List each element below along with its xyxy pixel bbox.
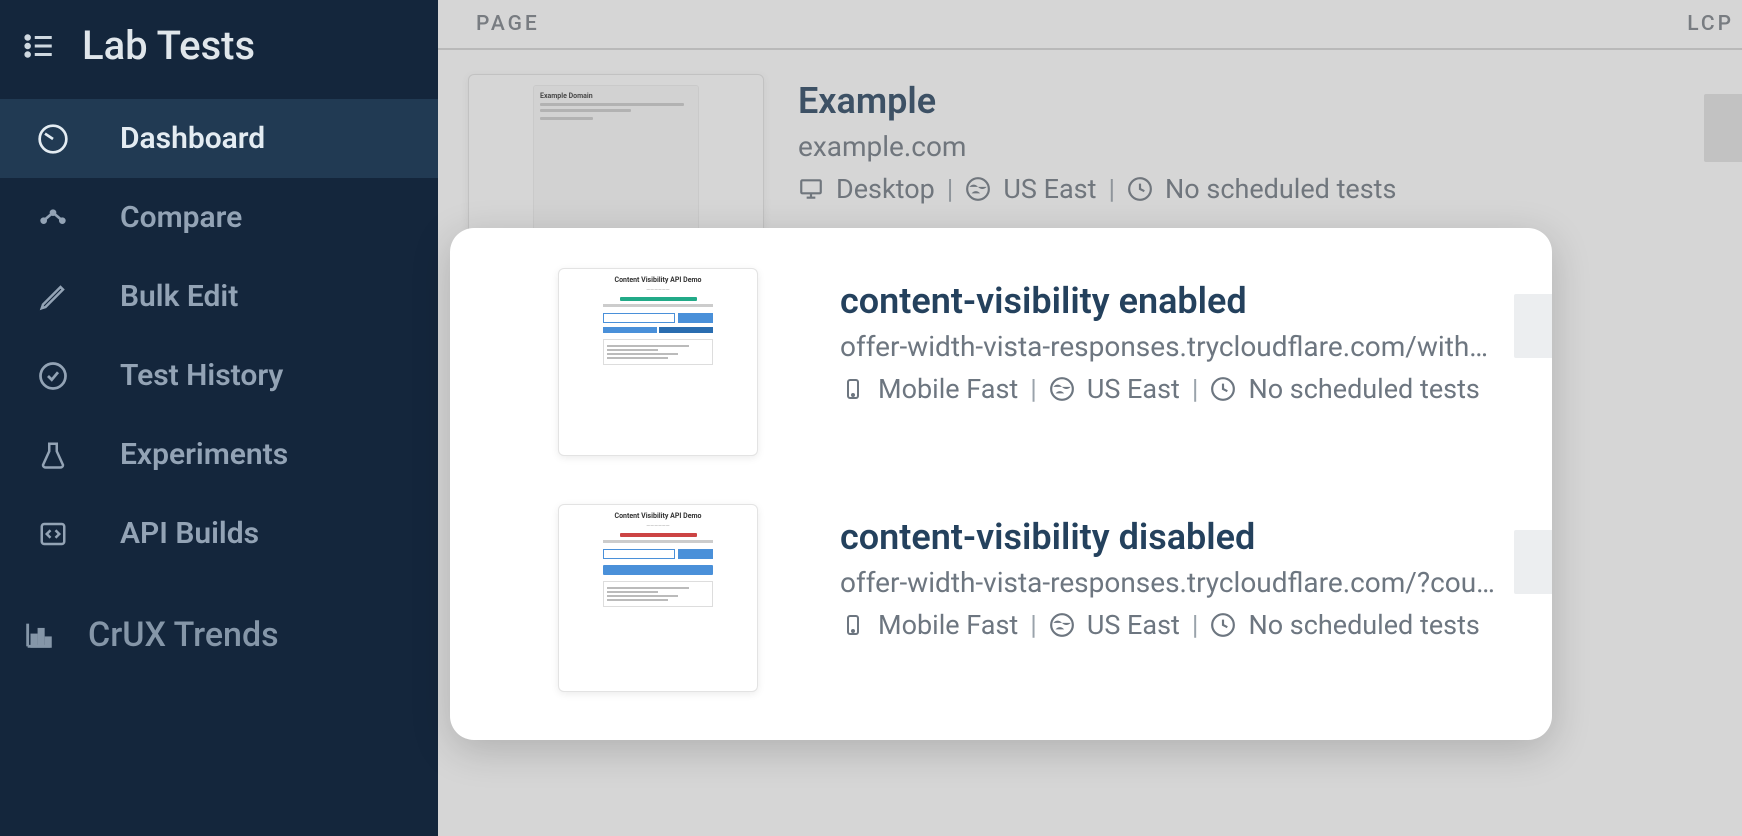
drag-handle[interactable] <box>1514 294 1552 358</box>
page-url: offer-width-vista-responses.trycloudflar… <box>840 566 1520 599</box>
thumb-title: Content Visibility API Demo <box>603 513 713 521</box>
drag-handle[interactable] <box>1704 94 1742 162</box>
clock-icon <box>1210 376 1236 402</box>
device-label: Mobile Fast <box>878 609 1018 641</box>
sidebar-item-bulk-edit[interactable]: Bulk Edit <box>0 257 438 336</box>
flask-icon <box>36 438 70 472</box>
sidebar-title: Lab Tests <box>82 22 255 69</box>
thumb-title: Content Visibility API Demo <box>603 277 713 285</box>
sidebar-item-dashboard[interactable]: Dashboard <box>0 99 438 178</box>
list-icon <box>22 29 56 63</box>
desktop-icon <box>798 176 824 202</box>
code-box-icon <box>36 517 70 551</box>
sidebar-item-test-history[interactable]: Test History <box>0 336 438 415</box>
page-meta: Mobile Fast | US East | No scheduled tes… <box>840 373 1522 405</box>
sidebar-item-label: Dashboard <box>120 121 265 156</box>
bar-chart-icon <box>22 618 56 652</box>
page-thumbnail: Content Visibility API Demo —————— <box>558 504 758 692</box>
page-title[interactable]: content-visibility enabled <box>840 280 1522 322</box>
globe-icon <box>1049 612 1075 638</box>
sidebar-item-experiments[interactable]: Experiments <box>0 415 438 494</box>
column-lcp: LCP <box>1687 12 1742 36</box>
globe-icon <box>965 176 991 202</box>
globe-icon <box>1049 376 1075 402</box>
sidebar-item-label: Bulk Edit <box>120 279 238 314</box>
compare-icon <box>36 201 70 235</box>
sidebar: Lab Tests Dashboard Compare Bulk Edit <box>0 0 438 836</box>
sidebar-item-crux-trends[interactable]: CrUX Trends <box>0 593 438 677</box>
page-row[interactable]: Content Visibility API Demo —————— conte… <box>450 474 1552 710</box>
schedule-label: No scheduled tests <box>1248 609 1479 641</box>
schedule-label: No scheduled tests <box>1248 373 1479 405</box>
thumb-title: Example Domain <box>540 92 692 100</box>
page-title[interactable]: Example <box>798 80 1712 122</box>
mobile-icon <box>840 612 866 638</box>
page-meta: Mobile Fast | US East | No scheduled tes… <box>840 609 1522 641</box>
page-thumbnail: Content Visibility API Demo —————— <box>558 268 758 456</box>
speedometer-icon <box>36 122 70 156</box>
schedule-label: No scheduled tests <box>1165 173 1396 205</box>
sidebar-item-label: Experiments <box>120 437 288 472</box>
sidebar-item-api-builds[interactable]: API Builds <box>0 494 438 573</box>
region-label: US East <box>1087 609 1180 641</box>
clock-icon <box>1127 176 1153 202</box>
device-label: Desktop <box>836 173 935 205</box>
sidebar-item-compare[interactable]: Compare <box>0 178 438 257</box>
region-label: US East <box>1003 173 1096 205</box>
page-url: offer-width-vista-responses.trycloudflar… <box>840 330 1520 363</box>
pencil-icon <box>36 280 70 314</box>
column-headers: PAGE LCP <box>438 0 1742 50</box>
sidebar-header: Lab Tests <box>0 0 438 99</box>
drag-handle[interactable] <box>1514 530 1552 594</box>
page-meta: Desktop | US East | No scheduled tests <box>798 173 1712 205</box>
sidebar-item-label: API Builds <box>120 516 259 551</box>
sidebar-item-label: CrUX Trends <box>88 615 279 655</box>
check-circle-icon <box>36 359 70 393</box>
clock-icon <box>1210 612 1236 638</box>
page-url: example.com <box>798 130 1478 163</box>
device-label: Mobile Fast <box>878 373 1018 405</box>
mobile-icon <box>840 376 866 402</box>
popup-card: Content Visibility API Demo —————— conte… <box>450 228 1552 740</box>
sidebar-item-label: Test History <box>120 358 283 393</box>
region-label: US East <box>1087 373 1180 405</box>
page-title[interactable]: content-visibility disabled <box>840 516 1522 558</box>
page-row[interactable]: Content Visibility API Demo —————— conte… <box>450 238 1552 474</box>
column-page: PAGE <box>476 12 540 36</box>
sidebar-item-label: Compare <box>120 200 242 235</box>
